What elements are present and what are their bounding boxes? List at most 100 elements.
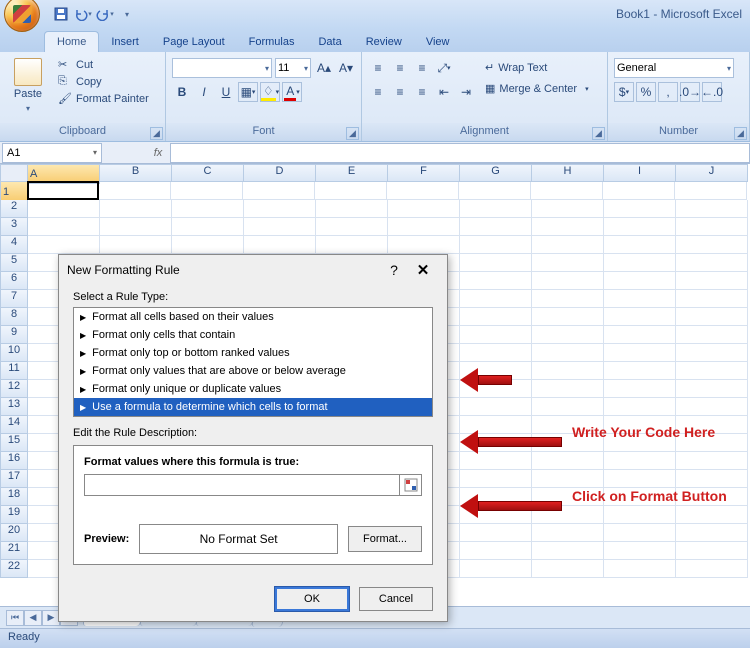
col-header-e[interactable]: E	[316, 164, 388, 182]
row-header[interactable]: 14	[0, 416, 28, 434]
dialog-close-button[interactable]: ✕	[407, 261, 439, 279]
cell[interactable]	[100, 218, 172, 236]
cell[interactable]	[676, 272, 748, 290]
increase-indent-button[interactable]: ⇥	[456, 82, 476, 102]
row-header[interactable]: 11	[0, 362, 28, 380]
cell[interactable]	[532, 344, 604, 362]
row-header[interactable]: 19	[0, 506, 28, 524]
row-header[interactable]: 1	[0, 182, 28, 202]
dialog-titlebar[interactable]: New Formatting Rule ? ✕	[59, 255, 447, 285]
wrap-text-button[interactable]: ↵Wrap Text	[480, 58, 594, 77]
row-header[interactable]: 22	[0, 560, 28, 578]
align-middle-button[interactable]: ≡	[390, 58, 410, 78]
cell[interactable]	[315, 182, 387, 200]
cell[interactable]	[603, 182, 675, 200]
cell[interactable]	[460, 452, 532, 470]
formula-input[interactable]	[170, 143, 750, 163]
font-launcher[interactable]: ◢	[346, 127, 359, 140]
cell[interactable]	[676, 524, 748, 542]
col-header-g[interactable]: G	[460, 164, 532, 182]
col-header-h[interactable]: H	[532, 164, 604, 182]
fill-color-button[interactable]: ♢▾	[260, 82, 280, 102]
cell[interactable]	[28, 236, 100, 254]
cell[interactable]	[604, 560, 676, 578]
decrease-decimal-button[interactable]: ←.0	[702, 82, 722, 102]
cell[interactable]	[676, 326, 748, 344]
cell[interactable]	[460, 398, 532, 416]
rule-item-cells-contain[interactable]: ▶Format only cells that contain	[74, 326, 432, 344]
cell[interactable]	[316, 236, 388, 254]
cell[interactable]	[604, 308, 676, 326]
name-box[interactable]: A1▾	[2, 143, 102, 163]
bold-button[interactable]: B	[172, 82, 192, 102]
align-bottom-button[interactable]: ≡	[412, 58, 432, 78]
dialog-help-button[interactable]: ?	[381, 262, 407, 278]
underline-button[interactable]: U	[216, 82, 236, 102]
cell[interactable]	[172, 236, 244, 254]
cell[interactable]	[460, 524, 532, 542]
cell[interactable]	[28, 218, 100, 236]
cell[interactable]	[243, 182, 315, 200]
ok-button[interactable]: OK	[275, 587, 349, 611]
tab-review[interactable]: Review	[354, 32, 414, 52]
cell[interactable]	[459, 182, 531, 200]
undo-icon[interactable]: ▾	[74, 5, 92, 23]
cell[interactable]	[532, 380, 604, 398]
row-header[interactable]: 12	[0, 380, 28, 398]
cell[interactable]	[532, 542, 604, 560]
italic-button[interactable]: I	[194, 82, 214, 102]
cell[interactable]	[460, 236, 532, 254]
row-header[interactable]: 21	[0, 542, 28, 560]
cell[interactable]	[676, 560, 748, 578]
cell[interactable]	[604, 344, 676, 362]
cell[interactable]	[532, 236, 604, 254]
font-family-select[interactable]: ▾	[172, 58, 272, 78]
align-center-button[interactable]: ≡	[390, 82, 410, 102]
sheet-nav-prev[interactable]: ◀	[24, 610, 42, 626]
paste-button[interactable]: Paste ▾	[6, 54, 50, 113]
cell[interactable]	[604, 524, 676, 542]
tab-insert[interactable]: Insert	[99, 32, 151, 52]
align-top-button[interactable]: ≡	[368, 58, 388, 78]
cell[interactable]	[28, 200, 100, 218]
format-button[interactable]: Format...	[348, 526, 422, 552]
rule-item-above-below[interactable]: ▶Format only values that are above or be…	[74, 362, 432, 380]
comma-button[interactable]: ,	[658, 82, 678, 102]
cell[interactable]	[604, 290, 676, 308]
tab-data[interactable]: Data	[306, 32, 353, 52]
cell[interactable]	[316, 218, 388, 236]
cell[interactable]	[604, 506, 676, 524]
cell[interactable]	[99, 182, 171, 200]
cell[interactable]	[532, 470, 604, 488]
tab-view[interactable]: View	[414, 32, 462, 52]
cell[interactable]	[676, 344, 748, 362]
cell[interactable]	[604, 398, 676, 416]
row-header[interactable]: 17	[0, 470, 28, 488]
shrink-font-button[interactable]: A▾	[336, 58, 356, 78]
cell[interactable]	[532, 290, 604, 308]
increase-decimal-button[interactable]: .0→	[680, 82, 700, 102]
cell[interactable]	[604, 470, 676, 488]
cell[interactable]	[100, 200, 172, 218]
clipboard-launcher[interactable]: ◢	[150, 127, 163, 140]
cell[interactable]	[604, 200, 676, 218]
cell[interactable]	[460, 272, 532, 290]
formula-input[interactable]	[84, 474, 400, 496]
cell[interactable]	[532, 560, 604, 578]
cell[interactable]	[676, 542, 748, 560]
cell[interactable]	[388, 200, 460, 218]
sheet-nav-first[interactable]: ⏮	[6, 610, 24, 626]
cell[interactable]	[172, 218, 244, 236]
cell[interactable]	[387, 182, 459, 200]
cell[interactable]	[676, 290, 748, 308]
rule-item-formula[interactable]: ▶Use a formula to determine which cells …	[74, 398, 432, 416]
font-size-select[interactable]: 11▾	[275, 58, 311, 78]
cell[interactable]	[531, 182, 603, 200]
tab-home[interactable]: Home	[44, 31, 99, 52]
row-header[interactable]: 4	[0, 236, 28, 254]
cell[interactable]	[460, 326, 532, 344]
row-header[interactable]: 8	[0, 308, 28, 326]
cell[interactable]	[460, 344, 532, 362]
rule-item-all-cells[interactable]: ▶Format all cells based on their values	[74, 308, 432, 326]
cell[interactable]	[532, 254, 604, 272]
